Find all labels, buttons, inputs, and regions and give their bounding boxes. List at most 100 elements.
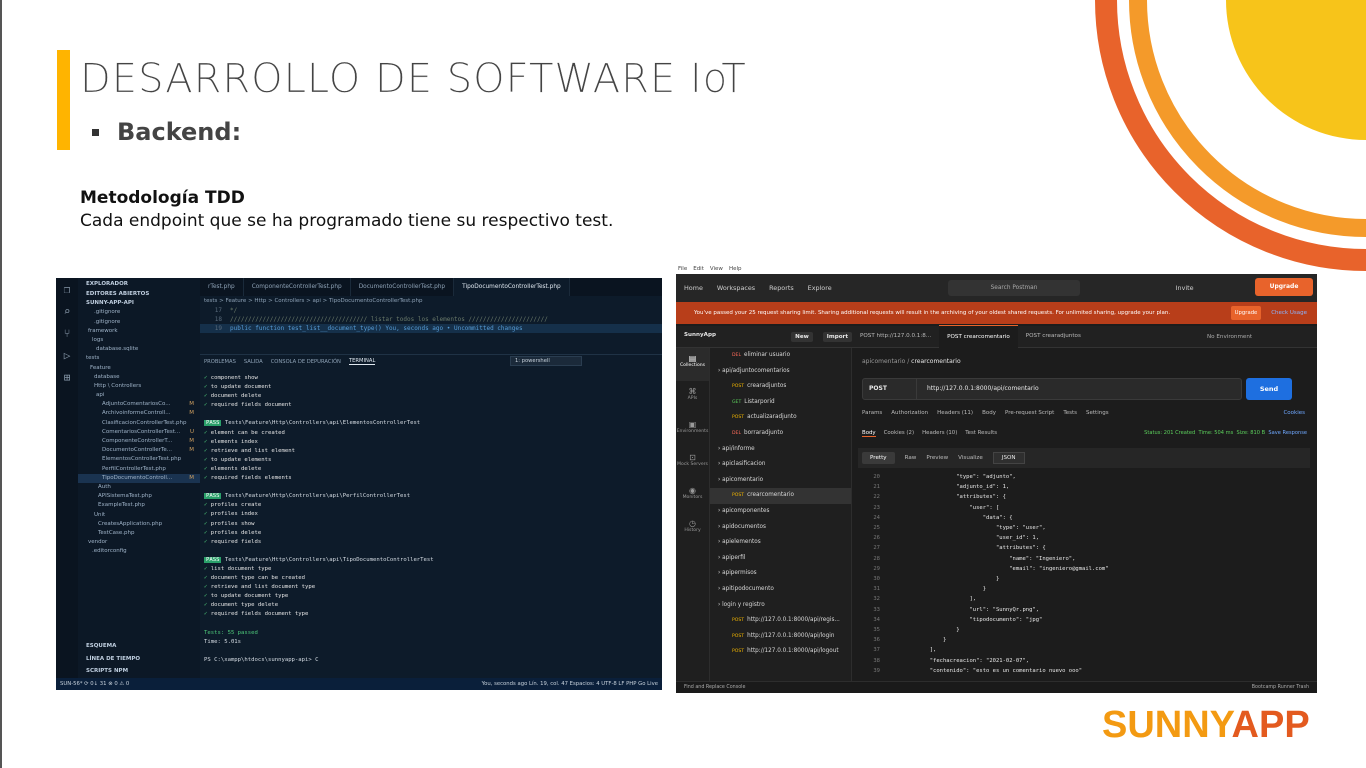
rail-item[interactable]: ⌘ APIs <box>676 381 709 414</box>
response-tab[interactable]: Body <box>862 430 876 437</box>
request-subtab[interactable]: Tests <box>1063 410 1077 416</box>
explorer-item[interactable]: Unit <box>78 511 200 520</box>
collection-item[interactable]: POST crearcomentario <box>710 488 851 504</box>
timeline-header[interactable]: LÍNEA DE TIEMPO <box>78 655 200 664</box>
files-icon[interactable]: ❐ <box>56 278 78 300</box>
project-header[interactable]: SUNNY-APP-API <box>78 299 200 308</box>
invite-button[interactable]: Invite <box>1176 284 1194 292</box>
cookies-link[interactable]: Cookies <box>1283 410 1305 416</box>
panel-tab[interactable]: CONSOLA DE DEPURACIÓN <box>271 359 341 365</box>
new-button[interactable]: New <box>791 331 813 342</box>
request-subtab[interactable]: Pre-request Script <box>1005 410 1054 416</box>
request-tab[interactable]: POST http://127.0.0.1:8... <box>852 325 939 348</box>
editor-tab[interactable]: ComponenteControllerTest.php <box>244 278 351 296</box>
response-tab[interactable]: Test Results <box>965 430 997 437</box>
explorer-item[interactable]: ElementosControllerTest.php <box>78 455 200 464</box>
explorer-item[interactable]: .editorconfig <box>78 547 200 556</box>
rail-item[interactable]: ▤ Collections <box>676 348 709 381</box>
format-option[interactable]: Visualize <box>958 455 983 461</box>
panel-tab[interactable]: PROBLEMAS <box>204 359 236 365</box>
explorer-item[interactable]: Feature <box>78 364 200 373</box>
response-tab[interactable]: Cookies (2) <box>884 430 914 437</box>
extensions-icon[interactable]: ⊞ <box>56 366 78 388</box>
search-postman-input[interactable]: Search Postman <box>948 280 1080 296</box>
request-tab[interactable]: POST crearcomentario <box>939 325 1018 348</box>
method-select[interactable]: POST <box>863 379 917 399</box>
footer-right[interactable]: Bootcamp Runner Trash <box>1252 682 1309 693</box>
status-right[interactable]: You, seconds ago Lín. 19, col. 47 Espaci… <box>482 678 658 690</box>
terminal-output[interactable]: ✓ component show ✓ to update document ✓ do… <box>204 374 662 665</box>
crumb-parent[interactable]: apicomentario <box>862 358 905 365</box>
collection-item[interactable]: › login y registro <box>710 598 851 614</box>
save-response-button[interactable]: Save Response <box>1268 430 1307 436</box>
rail-item[interactable]: ⊡ Mock Servers <box>676 447 709 480</box>
explorer-item[interactable]: api <box>78 391 200 400</box>
npm-scripts-header[interactable]: SCRIPTS NPM <box>78 667 200 676</box>
collection-item[interactable]: › apielementos <box>710 535 851 551</box>
url-input[interactable]: http://127.0.0.1:8000/api/comentario <box>917 379 1039 399</box>
search-icon[interactable]: ⌕ <box>56 300 78 322</box>
panel-tab[interactable]: SALIDA <box>244 359 263 365</box>
response-body[interactable]: 20 "type": "adjunto", 21 "adjunto_id": 1,… <box>858 472 1310 680</box>
explorer-item[interactable]: DocumentoControllerTe... M <box>78 446 200 455</box>
request-tab[interactable]: POST crearadjuntos <box>1018 325 1089 348</box>
menu-item[interactable]: View <box>710 264 723 274</box>
editor-tab[interactable]: TipoDocumentoControllerTest.php <box>454 278 570 296</box>
explorer-item[interactable]: APISistemaTest.php <box>78 492 200 501</box>
request-subtab[interactable]: Authorization <box>891 410 928 416</box>
menu-item[interactable]: Help <box>729 264 742 274</box>
format-option[interactable]: Pretty <box>862 452 895 464</box>
collection-item[interactable]: › apiclasificacion <box>710 457 851 473</box>
explorer-item[interactable]: logs <box>78 336 200 345</box>
collection-item[interactable]: › apicomentario <box>710 473 851 489</box>
source-control-icon[interactable]: ⑂ <box>56 322 78 344</box>
explorer-item[interactable]: .gitignore <box>78 308 200 317</box>
rail-item[interactable]: ◉ Monitors <box>676 480 709 513</box>
panel-tab[interactable]: TERMINAL <box>348 358 376 365</box>
request-subtab[interactable]: Headers (11) <box>937 410 973 416</box>
collection-item[interactable]: POST http://127.0.0.1:8000/api/login <box>710 629 851 645</box>
explorer-item[interactable]: PerfilControllerTest.php <box>78 465 200 474</box>
explorer-item[interactable]: TipoDocumentoControll... M <box>78 473 200 483</box>
collection-item[interactable]: › api/informe <box>710 442 851 458</box>
collection-item[interactable]: › apicomponentes <box>710 504 851 520</box>
nav-item[interactable]: Explore <box>808 284 832 292</box>
collection-item[interactable]: GET Listarporid <box>710 395 851 411</box>
explorer-item[interactable]: ComponenteControllerT... M <box>78 437 200 446</box>
explorer-item[interactable]: .gitignore <box>78 318 200 327</box>
terminal-selector[interactable]: 1: powershell <box>510 356 582 366</box>
environment-select[interactable]: No Environment <box>1207 334 1317 340</box>
explorer-item[interactable]: tests <box>78 354 200 363</box>
nav-item[interactable]: Workspaces <box>717 284 755 292</box>
editor-tab[interactable]: rTest.php <box>200 278 244 296</box>
collection-item[interactable]: › apitipodocumento <box>710 582 851 598</box>
outline-header[interactable]: ESQUEMA <box>78 642 200 651</box>
explorer-item[interactable]: Http \ Controllers <box>78 382 200 391</box>
collection-item[interactable]: POST actualizaradjunto <box>710 410 851 426</box>
format-option[interactable]: Preview <box>926 455 948 461</box>
footer-left[interactable]: Find and Replace Console <box>684 682 745 693</box>
collection-item[interactable]: POST crearadjuntos <box>710 379 851 395</box>
explorer-item[interactable]: Auth <box>78 483 200 492</box>
explorer-item[interactable]: database <box>78 373 200 382</box>
response-tab[interactable]: Headers (10) <box>922 430 957 437</box>
menu-item[interactable]: Edit <box>693 264 704 274</box>
explorer-item[interactable]: ArchivoinformeControll... M <box>78 409 200 418</box>
format-type-select[interactable]: JSON <box>992 452 1025 464</box>
collection-item[interactable]: POST http://127.0.0.1:8000/api/logout <box>710 644 851 660</box>
nav-item[interactable]: Home <box>684 284 703 292</box>
collection-item[interactable]: DEL eliminar usuario <box>710 348 851 364</box>
collection-item[interactable]: › api/adjuntocomentarios <box>710 364 851 380</box>
send-button[interactable]: Send <box>1246 378 1292 400</box>
explorer-item[interactable]: TestCase.php <box>78 529 200 538</box>
collection-item[interactable]: POST http://127.0.0.1:8000/api/regis... <box>710 613 851 629</box>
rail-item[interactable]: ◷ History <box>676 513 709 546</box>
status-left[interactable]: SUN-56* ⟳ 0↓ 31 ⊗ 0 ⚠ 0 <box>60 678 129 690</box>
explorer-item[interactable]: AdjuntoComentariosCo... M <box>78 400 200 409</box>
request-subtab[interactable]: Params <box>862 410 882 416</box>
format-option[interactable]: Raw <box>905 455 917 461</box>
nav-item[interactable]: Reports <box>769 284 794 292</box>
explorer-item[interactable]: database.sqlite <box>78 345 200 354</box>
explorer-item[interactable]: ExampleTest.php <box>78 501 200 510</box>
request-subtab[interactable]: Body <box>982 410 996 416</box>
